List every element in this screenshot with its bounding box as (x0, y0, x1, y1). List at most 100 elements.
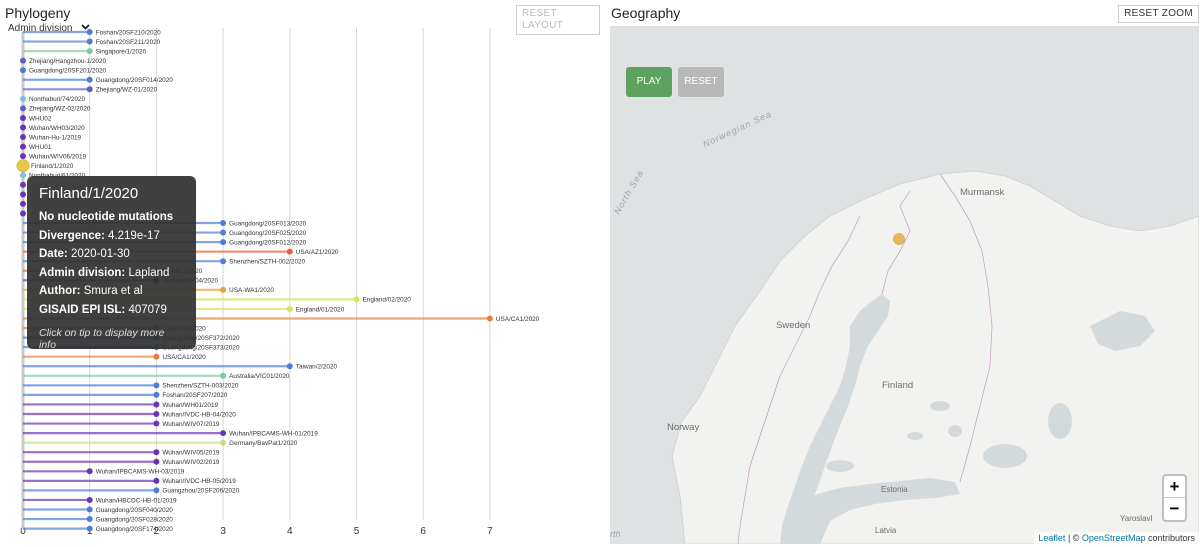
tip-label[interactable]: Wuhan/WH01/2019 (162, 402, 218, 409)
tree-tip[interactable] (20, 200, 26, 207)
tree-tip[interactable] (20, 172, 26, 179)
tree-tip[interactable] (486, 315, 493, 322)
tree-tip[interactable] (153, 401, 160, 408)
tree-tip[interactable] (86, 76, 93, 83)
tip-label[interactable]: Wuhan/IPBCAMS-WH-01/2019 (229, 430, 318, 437)
tip-label[interactable]: Wuhan-Hu-1/2019 (29, 134, 82, 141)
tip-label[interactable]: Zhejiang/WZ-02/2020 (29, 106, 91, 113)
tip-label[interactable]: Wuhan/HBCDC-HB-01/2019 (96, 497, 177, 504)
reset-zoom-button[interactable]: RESET ZOOM (1118, 5, 1199, 23)
tip-label[interactable]: USA/AZ1/2020 (296, 249, 339, 256)
tip-label[interactable]: WHU02 (29, 115, 52, 122)
tip-label[interactable]: Taiwan/2/2020 (296, 364, 338, 371)
tree-tip[interactable] (16, 159, 30, 173)
tree-tip[interactable] (286, 248, 293, 255)
tip-label[interactable]: Nonthaburi/74/2020 (29, 96, 86, 103)
tree-tip[interactable] (86, 468, 93, 475)
tree-tip[interactable] (220, 439, 227, 446)
tip-label[interactable]: Guangdong/20SF201/2020 (29, 68, 107, 75)
play-button[interactable]: PLAY (626, 67, 672, 97)
tree-tip[interactable] (153, 458, 160, 465)
tip-label[interactable]: Guangdong/20SF174/2020 (96, 526, 174, 533)
tree-tip[interactable] (20, 143, 26, 150)
tip-label[interactable]: Wuhan/WH03/2020 (29, 125, 85, 132)
tip-label[interactable]: Singapore/1/2020 (96, 48, 147, 55)
tree-tip[interactable] (86, 29, 93, 35)
tree-tip[interactable] (20, 134, 26, 141)
tip-label[interactable]: Shenzhen/SZTH-002/2020 (229, 259, 305, 266)
zoom-in-button[interactable]: + (1164, 476, 1185, 498)
tip-label[interactable]: Zhejiang/Hangzhou-1/2020 (29, 58, 107, 65)
tip-label[interactable]: Foshan/20SF210/2020 (96, 29, 161, 36)
tip-label[interactable]: Germany/BavPat1/2020 (229, 440, 298, 447)
tree-tip[interactable] (20, 114, 26, 121)
tree-tip[interactable] (20, 124, 26, 131)
tree-tip[interactable] (353, 296, 360, 303)
tip-label[interactable]: Zhejiang/WZ-01/2020 (96, 87, 158, 94)
tree-tip[interactable] (220, 229, 227, 236)
tree-tip[interactable] (220, 239, 227, 246)
axis-tick-label: 7 (487, 526, 493, 537)
tree-tip[interactable] (220, 372, 227, 379)
osm-link[interactable]: OpenStreetMap (1082, 533, 1146, 543)
tree-tip[interactable] (86, 38, 93, 45)
tree-tip[interactable] (153, 420, 160, 427)
tree-tip[interactable] (20, 67, 26, 74)
tree-tip[interactable] (86, 496, 93, 503)
tree-tip[interactable] (220, 430, 227, 437)
tip-label[interactable]: Wuhan/IVDC-HB-05/2019 (162, 478, 236, 485)
leaflet-link[interactable]: Leaflet (1038, 533, 1065, 543)
tip-label[interactable]: USA/CA1/2020 (162, 354, 206, 361)
map[interactable]: Norwegian Sea North Sea Murmansk Sweden … (610, 26, 1199, 544)
tree-tip[interactable] (153, 449, 160, 456)
tree-tip[interactable] (220, 258, 227, 265)
tip-label[interactable]: Wuhan/WIV02/2019 (162, 459, 220, 466)
tip-label[interactable]: Shenzhen/SZTH-003/2020 (162, 383, 238, 390)
tree-tip[interactable] (20, 57, 26, 64)
tree-tip[interactable] (153, 382, 160, 389)
tree-tip[interactable] (20, 95, 26, 102)
tip-label[interactable]: Guangdong/20SF040/2020 (96, 507, 174, 514)
tip-label[interactable]: Australia/VIC01/2020 (229, 373, 290, 380)
tip-label[interactable]: USA/CA1/2020 (496, 316, 540, 323)
tree-tip[interactable] (20, 191, 26, 198)
tree-tip[interactable] (20, 105, 26, 112)
tree-tip[interactable] (86, 506, 93, 513)
tip-label[interactable]: Wuhan/IPBCAMS-WH-03/2019 (96, 469, 185, 476)
tree-tip[interactable] (153, 411, 160, 417)
tip-label[interactable]: Wuhan/IVDC-HB-04/2020 (162, 411, 236, 418)
tip-label[interactable]: Finland/1/2020 (31, 163, 74, 170)
tree-tip[interactable] (20, 153, 26, 160)
tree-tip[interactable] (153, 487, 160, 494)
tree-tip[interactable] (86, 86, 93, 93)
tree-tip[interactable] (220, 286, 227, 293)
tip-label[interactable]: Guangdong/20SF025/2020 (229, 230, 307, 237)
tip-label[interactable]: Guangdong/20SF014/2020 (96, 77, 174, 84)
tip-label[interactable]: USA-WA1/2020 (229, 287, 274, 294)
tip-label[interactable]: Wuhan/WIV06/2019 (29, 153, 87, 160)
tip-label[interactable]: Guangzhou/20SF206/2020 (162, 488, 239, 495)
tip-label[interactable]: Foshan/20SF207/2020 (162, 392, 227, 399)
tree-tip[interactable] (20, 210, 26, 217)
tip-label[interactable]: Foshan/20SF211/2020 (96, 39, 161, 46)
tree-tip[interactable] (86, 525, 93, 532)
tip-label[interactable]: Wuhan/WIV07/2019 (162, 421, 220, 428)
tree-tip[interactable] (286, 363, 293, 370)
tree-tip[interactable] (153, 477, 160, 484)
tip-label[interactable]: Guangdong/20SF028/2020 (96, 516, 174, 523)
tree-tip[interactable] (86, 516, 93, 523)
tree-tip[interactable] (220, 220, 227, 226)
zoom-out-button[interactable]: − (1164, 498, 1185, 520)
tree-tip[interactable] (286, 305, 293, 312)
reset-animation-button[interactable]: RESET (678, 67, 724, 97)
tree-tip[interactable] (153, 353, 160, 360)
tip-label[interactable]: Wuhan/WIV05/2019 (162, 450, 220, 457)
tree-tip[interactable] (20, 181, 26, 188)
tree-tip[interactable] (86, 48, 93, 55)
tip-label[interactable]: Guangdong/20SF012/2020 (229, 239, 307, 246)
tip-label[interactable]: WHU01 (29, 144, 52, 151)
tip-label[interactable]: England/02/2020 (363, 297, 412, 304)
tip-label[interactable]: England/01/2020 (296, 306, 345, 313)
tip-label[interactable]: Guangdong/20SF013/2020 (229, 220, 307, 227)
tree-tip[interactable] (153, 391, 160, 398)
